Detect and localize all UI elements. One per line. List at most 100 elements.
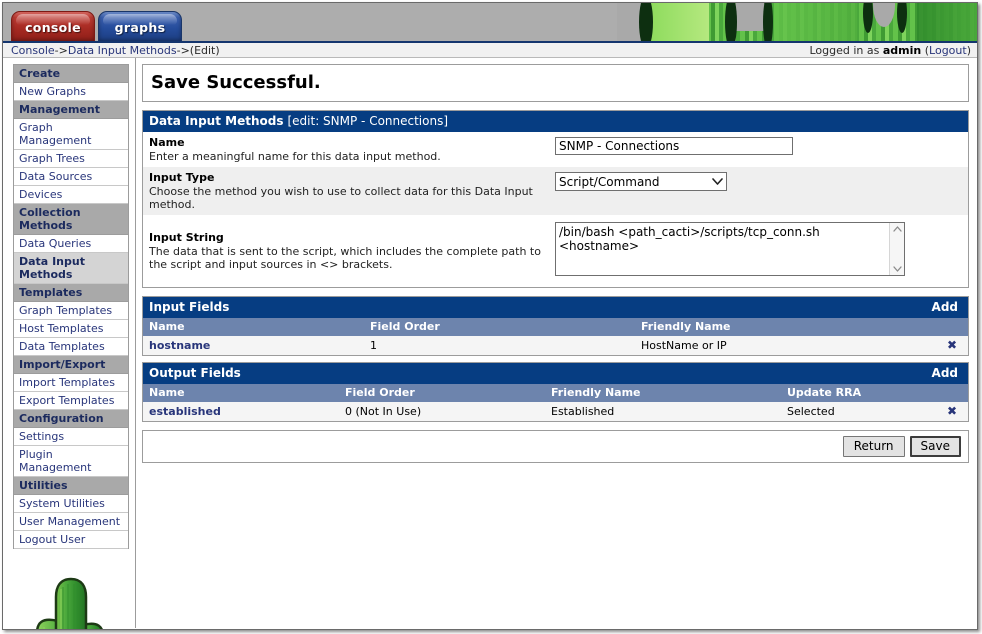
- browser-window-frame: console graphs Console->Data Input Metho…: [2, 2, 978, 630]
- sidebar-item-user-management[interactable]: User Management: [14, 513, 128, 531]
- output-fields-col-name: Name: [143, 384, 339, 402]
- input-field-delete-cell: ✖: [936, 336, 968, 355]
- sidebar-header-utilities: Utilities: [14, 477, 128, 495]
- sidebar-header-templates: Templates: [14, 284, 128, 302]
- input-string-textarea-wrapper: /bin/bash <path_cacti>/scripts/tcp_conn.…: [555, 222, 905, 279]
- input-fields-col-friendly-name: Friendly Name: [635, 318, 936, 336]
- input-fields-header: Input Fields Add: [143, 297, 968, 318]
- sidebar: Create New Graphs Management Graph Manag…: [3, 58, 136, 629]
- input-fields-col-actions: [936, 318, 968, 336]
- sidebar-item-data-queries[interactable]: Data Queries: [14, 235, 128, 253]
- sidebar-item-new-graphs[interactable]: New Graphs: [14, 83, 128, 101]
- sidebar-item-devices[interactable]: Devices: [14, 186, 128, 204]
- tab-graphs[interactable]: graphs: [98, 11, 182, 41]
- output-fields-col-actions: [936, 384, 968, 402]
- breadcrumb-item-console[interactable]: Console: [11, 44, 55, 57]
- breadcrumb: Console->Data Input Methods->(Edit): [11, 44, 220, 57]
- input-field-friendly-name-cell: HostName or IP: [635, 336, 936, 355]
- input-field-name-link[interactable]: hostname: [149, 339, 210, 352]
- tab-console[interactable]: console: [11, 11, 95, 41]
- application-window: console graphs Console->Data Input Metho…: [0, 0, 982, 634]
- sidebar-item-data-sources[interactable]: Data Sources: [14, 168, 128, 186]
- login-status: Logged in as admin (Logout): [809, 44, 971, 57]
- logout-link[interactable]: Logout: [929, 44, 967, 57]
- name-input[interactable]: [555, 137, 793, 155]
- sidebar-header-configuration: Configuration: [14, 410, 128, 428]
- field-input-string-label: Input String: [149, 231, 224, 244]
- sidebar-header-collection-methods: Collection Methods: [14, 204, 128, 235]
- sidebar-item-graph-management[interactable]: Graph Management: [14, 119, 128, 150]
- output-fields-add-link[interactable]: Add: [932, 366, 962, 380]
- input-fields-col-field-order: Field Order: [364, 318, 635, 336]
- input-fields-header-row: Name Field Order Friendly Name: [143, 318, 968, 336]
- save-button[interactable]: Save: [909, 436, 961, 457]
- field-input-type-label: Input Type: [149, 171, 215, 184]
- sidebar-item-system-utilities[interactable]: System Utilities: [14, 495, 128, 513]
- sidebar-item-graph-trees[interactable]: Graph Trees: [14, 150, 128, 168]
- input-fields-add-link[interactable]: Add: [932, 300, 962, 314]
- cactus-banner-image: [617, 3, 977, 41]
- sidebar-item-data-input-methods[interactable]: Data Input Methods: [14, 253, 128, 284]
- output-fields-header-row: Name Field Order Friendly Name Update RR…: [143, 384, 968, 402]
- cacti-cactus-logo-icon: [36, 577, 103, 629]
- field-row-input-string: Input String The data that is sent to th…: [143, 215, 968, 287]
- breadcrumb-separator-2: ->: [176, 43, 190, 57]
- field-input-type-control: Script/Command: [555, 171, 968, 191]
- sidebar-menu: Create New Graphs Management Graph Manag…: [13, 64, 129, 549]
- top-bar: console graphs: [3, 3, 977, 41]
- logout-paren-close: ): [966, 43, 971, 57]
- delete-icon[interactable]: ✖: [947, 339, 957, 351]
- sidebar-item-graph-templates[interactable]: Graph Templates: [14, 302, 128, 320]
- save-message-panel: Save Successful.: [142, 64, 969, 102]
- input-fields-title: Input Fields: [149, 300, 230, 314]
- sidebar-item-logout-user[interactable]: Logout User: [14, 531, 128, 549]
- output-fields-table: Name Field Order Friendly Name Update RR…: [143, 384, 968, 421]
- data-input-method-form-panel: Data Input Methods [edit: SNMP - Connect…: [142, 110, 969, 288]
- delete-icon[interactable]: ✖: [947, 405, 957, 417]
- sidebar-item-data-templates[interactable]: Data Templates: [14, 338, 128, 356]
- input-fields-col-name: Name: [143, 318, 364, 336]
- output-fields-col-field-order: Field Order: [339, 384, 545, 402]
- sidebar-item-settings[interactable]: Settings: [14, 428, 128, 446]
- sidebar-item-plugin-management[interactable]: Plugin Management: [14, 446, 128, 477]
- textarea-scrollbar[interactable]: [889, 223, 904, 275]
- tab-console-label: console: [25, 19, 81, 35]
- page-body: Create New Graphs Management Graph Manag…: [3, 58, 977, 629]
- field-name-help: Enter a meaningful name for this data in…: [149, 150, 441, 163]
- field-input-type-help: Choose the method you wish to use to col…: [149, 185, 533, 211]
- output-fields-title: Output Fields: [149, 366, 241, 380]
- field-name-control: [555, 136, 968, 155]
- table-row[interactable]: hostname 1 HostName or IP ✖: [143, 336, 968, 355]
- scroll-up-icon[interactable]: [892, 226, 902, 232]
- sidebar-item-import-templates[interactable]: Import Templates: [14, 374, 128, 392]
- save-success-message: Save Successful.: [143, 65, 968, 101]
- sidebar-header-create: Create: [14, 65, 128, 83]
- table-row[interactable]: established 0 (Not In Use) Established S…: [143, 402, 968, 421]
- sidebar-item-export-templates[interactable]: Export Templates: [14, 392, 128, 410]
- field-name-description: Name Enter a meaningful name for this da…: [149, 136, 555, 163]
- form-panel-header: Data Input Methods [edit: SNMP - Connect…: [143, 111, 968, 132]
- input-fields-table: Name Field Order Friendly Name hostname …: [143, 318, 968, 355]
- logged-in-prefix: Logged in as: [809, 43, 880, 57]
- scroll-down-icon[interactable]: [892, 266, 902, 272]
- output-field-delete-cell: ✖: [936, 402, 968, 421]
- output-field-name-cell: established: [143, 402, 339, 421]
- output-fields-header: Output Fields Add: [143, 363, 968, 384]
- breadcrumb-separator-1: ->: [54, 43, 68, 57]
- field-input-string-description: Input String The data that is sent to th…: [149, 221, 555, 271]
- output-field-name-link[interactable]: established: [149, 405, 221, 418]
- form-panel-title: Data Input Methods: [149, 114, 284, 128]
- input-string-textarea[interactable]: /bin/bash <path_cacti>/scripts/tcp_conn.…: [555, 222, 905, 276]
- input-field-order-cell: 1: [364, 336, 635, 355]
- return-button[interactable]: Return: [842, 436, 905, 457]
- breadcrumb-bar: Console->Data Input Methods->(Edit) Logg…: [3, 41, 977, 58]
- output-fields-col-update-rra: Update RRA: [781, 384, 936, 402]
- output-field-friendly-name-cell: Established: [545, 402, 781, 421]
- form-action-bar: Return Save: [142, 430, 969, 463]
- field-row-input-type: Input Type Choose the method you wish to…: [143, 167, 968, 215]
- sidebar-item-host-templates[interactable]: Host Templates: [14, 320, 128, 338]
- main-content: Save Successful. Data Input Methods [edi…: [136, 58, 977, 628]
- output-field-update-rra-cell: Selected: [781, 402, 936, 421]
- input-type-select[interactable]: Script/Command: [555, 172, 727, 191]
- breadcrumb-item-data-input-methods[interactable]: Data Input Methods: [68, 44, 177, 57]
